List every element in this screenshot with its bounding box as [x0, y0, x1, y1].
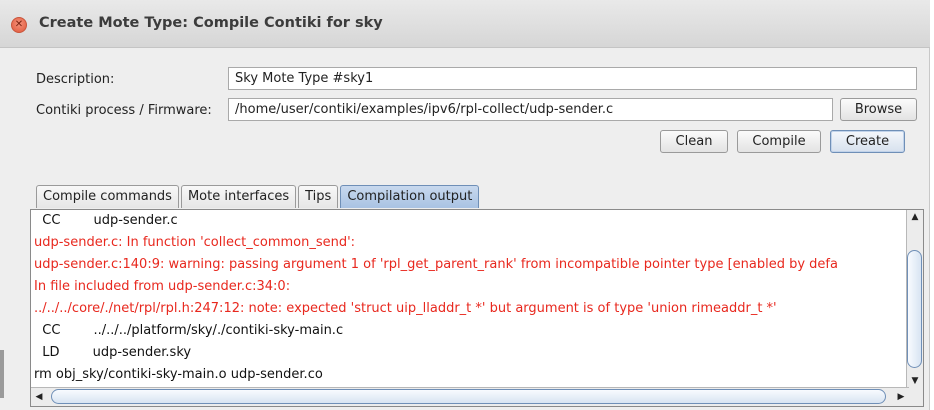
firmware-label: Contiki process / Firmware: — [36, 103, 212, 118]
vertical-scrollbar[interactable]: ▲ ▼ — [906, 210, 923, 388]
clean-button[interactable]: Clean — [660, 130, 728, 153]
output-line: LD udp-sender.sky — [34, 345, 192, 360]
tab-mote-interfaces[interactable]: Mote interfaces — [180, 185, 297, 208]
output-line: CC udp-sender.c — [34, 213, 178, 228]
window-edge — [0, 350, 4, 398]
description-label: Description: — [36, 72, 115, 87]
output-line: In file included from udp-sender.c:34:0: — [34, 279, 291, 294]
close-icon[interactable]: ✕ — [11, 17, 27, 33]
output-line: udp-sender.c: In function 'collect_commo… — [34, 235, 356, 250]
scroll-corner — [907, 388, 923, 406]
compilation-output-panel[interactable]: CC udp-sender.c udp-sender.c: In functio… — [30, 209, 924, 407]
window-title: Create Mote Type: Compile Contiki for sk… — [39, 15, 383, 31]
arrow-up-icon[interactable]: ▲ — [907, 210, 923, 224]
output-line: ../../../core/./net/rpl/rpl.h:247:12: no… — [34, 301, 777, 316]
tab-bar: Compile commands Mote interfaces Tips Co… — [36, 185, 481, 209]
vertical-scroll-thumb[interactable] — [907, 250, 922, 368]
tab-tips[interactable]: Tips — [298, 185, 339, 208]
title-bar[interactable]: ✕ Create Mote Type: Compile Contiki for … — [0, 0, 930, 48]
firmware-field[interactable]: /home/user/contiki/examples/ipv6/rpl-col… — [228, 98, 833, 121]
browse-button[interactable]: Browse — [840, 98, 917, 121]
create-button[interactable]: Create — [830, 130, 905, 153]
horizontal-scrollbar[interactable]: ◀ ▶ — [31, 387, 909, 406]
compile-button[interactable]: Compile — [737, 130, 821, 153]
tab-compilation-output[interactable]: Compilation output — [340, 185, 480, 208]
output-line: udp-sender.c:140:9: warning: passing arg… — [34, 257, 838, 272]
tab-compile-commands[interactable]: Compile commands — [36, 185, 179, 208]
output-line: rm obj_sky/contiki-sky-main.o udp-sender… — [34, 367, 323, 382]
dialog-window: ✕ Create Mote Type: Compile Contiki for … — [0, 0, 930, 410]
description-field[interactable]: Sky Mote Type #sky1 — [228, 67, 917, 90]
output-line: CC ../../../platform/sky/./contiki-sky-m… — [34, 323, 344, 338]
arrow-down-icon[interactable]: ▼ — [907, 374, 923, 388]
arrow-left-icon[interactable]: ◀ — [31, 390, 47, 404]
horizontal-scroll-thumb[interactable] — [51, 389, 886, 404]
